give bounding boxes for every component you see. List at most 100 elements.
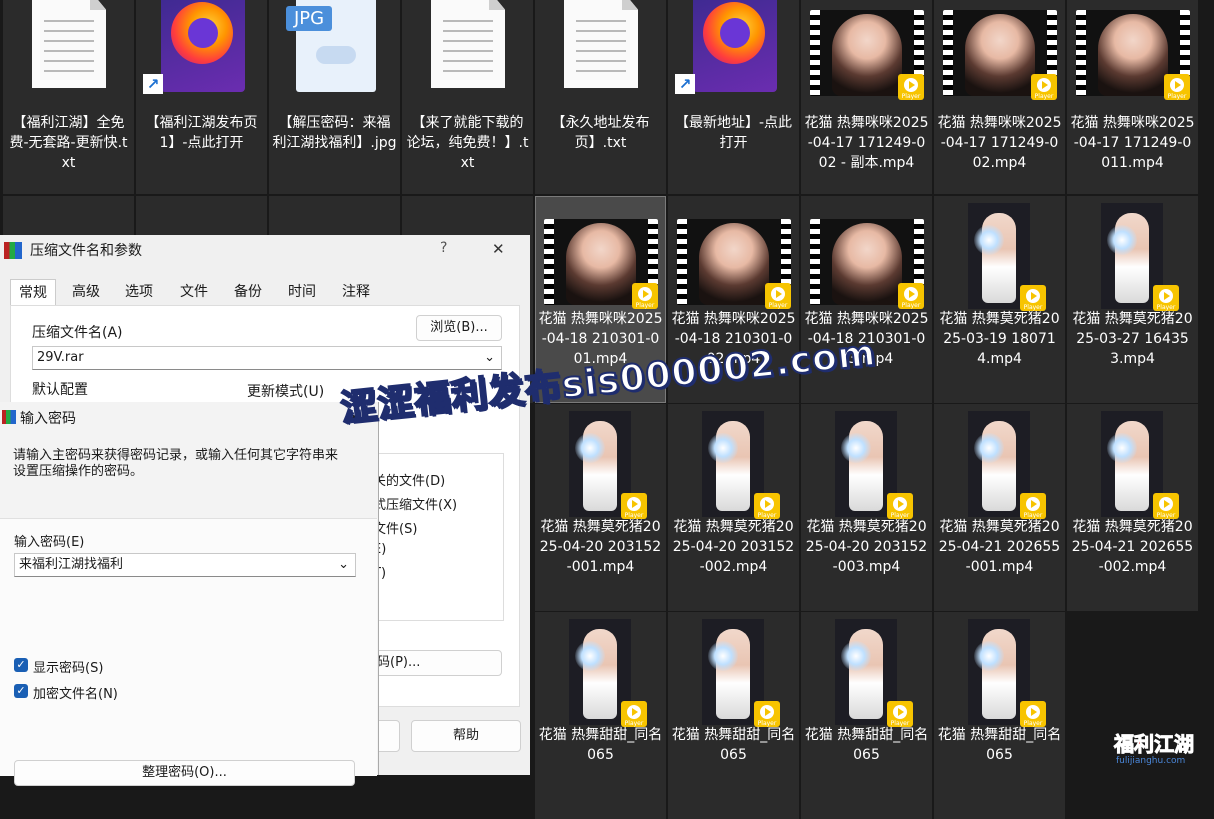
file-thumbnail: Player [935,197,1064,311]
archive-name-value: 29V.rar [37,350,84,365]
file-name: 花猫 热舞莫死猪2025-03-19 180714.mp4 [939,311,1060,367]
tab-comment[interactable]: 注释 [334,279,378,305]
set-password-button[interactable]: 码(P)... [372,650,502,676]
file-tile[interactable]: Player 花猫 热舞莫死猪2025-03-27 164353.mp4 [1067,196,1198,403]
file-thumbnail: Player [935,613,1064,727]
show-password-checkbox[interactable]: ✓ [14,658,28,672]
file-tile[interactable]: Player 花猫 热舞莫死猪2025-04-20 203152-003.mp4 [801,404,932,611]
player-icon: Player [898,74,924,100]
file-tile[interactable]: Player 花猫 热舞莫死猪2025-04-20 203152-002.mp4 [668,404,799,611]
file-thumbnail: Player [802,405,931,519]
player-icon: Player [1153,493,1179,519]
file-thumbnail: Player [669,405,798,519]
show-password-label: 显示密码(S) [33,661,104,676]
file-thumbnail: Player [1068,197,1197,311]
file-thumbnail [536,0,665,100]
file-tile[interactable]: 【永久地址发布页】.txt [535,0,666,194]
chevron-down-icon[interactable]: ⌄ [338,554,349,576]
shortcut-arrow-icon: ↗ [675,74,695,94]
password-dialog-title: 输入密码 [20,411,76,427]
file-name: 花猫 热舞咪咪2025-04-17 171249-002 - 副本.mp4 [804,115,929,171]
file-tile[interactable]: Player 花猫 热舞甜甜_同名065 [535,612,666,819]
file-tile[interactable]: Player 花猫 热舞莫死猪2025-04-21 202655-001.mp4 [934,404,1065,611]
organize-passwords-button[interactable]: 整理密码(O)... [14,760,355,786]
file-thumbnail: ↗ [669,0,798,100]
image-file-icon: JPG [286,0,376,92]
file-name: 【解压密码：来福利江湖找福利】.jpg [272,115,397,151]
firefox-icon [161,0,245,92]
file-tile[interactable]: 【来了就能下载的论坛，纯免费！】.txt [402,0,533,194]
file-name: 【福利江湖】全免费-无套路-更新快.txt [9,115,128,171]
dialog-title: 压缩文件名和参数 [30,243,142,259]
player-icon: Player [1164,74,1190,100]
file-tile[interactable]: 【福利江湖】全免费-无套路-更新快.txt [3,0,134,194]
logo-text: 福利江湖 [1114,732,1195,757]
password-dialog: 输入密码 ✕ 请输入主密码来获得密码记录，或输入任何其它字符串来设置压缩操作的密… [0,402,379,786]
password-input[interactable]: 来福利江湖找福利 ⌄ [14,553,356,577]
browse-button[interactable]: 浏览(B)... [416,315,502,341]
tab-advanced[interactable]: 高级 [64,279,108,305]
file-name: 【永久地址发布页】.txt [551,115,650,151]
file-tile[interactable]: Player 花猫 热舞莫死猪2025-03-19 180714.mp4 [934,196,1065,403]
jpg-tag: JPG [286,6,333,31]
file-name: 【来了就能下载的论坛，纯免费！】.txt [406,115,529,171]
file-thumbnail: Player [1068,405,1197,519]
file-tile[interactable]: ↗ 【福利江湖发布页1】-点此打开 [136,0,267,194]
player-icon: Player [754,493,780,519]
file-tile[interactable]: JPG 【解压密码：来福利江湖找福利】.jpg [269,0,400,194]
title-bar: 压缩文件名和参数 ? ✕ [0,235,530,265]
file-tile[interactable]: Player 花猫 热舞咪咪2025-04-17 171249-002 - 副本.… [801,0,932,194]
password-description: 请输入主密码来获得密码记录，或输入任何其它字符串来设置压缩操作的密码。 [13,448,339,479]
file-tile[interactable]: Player 花猫 热舞甜甜_同名065 [801,612,932,819]
logo-url: fulijianghu.com [1116,756,1186,766]
text-file-icon [564,0,638,88]
encrypt-names-checkbox[interactable]: ✓ [14,684,28,698]
tab-general[interactable]: 常规 [10,279,56,306]
tab-files[interactable]: 文件 [172,279,216,305]
close-icon[interactable]: ✕ [492,240,505,258]
tab-strip: 常规 高级 选项 文件 备份 时间 注释 [10,279,518,306]
player-icon: Player [1020,285,1046,311]
option-1[interactable]: 关的文件(D) [373,470,445,489]
file-name: 花猫 热舞甜甜_同名065 [538,727,663,763]
file-name: 花猫 热舞咪咪2025-04-17 171249-0011.mp4 [1070,115,1195,171]
player-icon: Player [887,701,913,727]
file-name: 花猫 热舞莫死猪2025-04-20 203152-003.mp4 [805,519,928,575]
text-file-icon [431,0,505,88]
option-2[interactable]: 式压缩文件(X) [373,494,457,513]
file-thumbnail: Player [802,613,931,727]
file-name: 花猫 热舞莫死猪2025-04-21 202655-002.mp4 [1071,519,1194,575]
file-tile[interactable]: Player 花猫 热舞甜甜_同名065 [668,612,799,819]
archive-name-input[interactable]: 29V.rar ⌄ [32,346,502,370]
file-thumbnail: Player [935,0,1064,100]
file-name: 花猫 热舞甜甜_同名065 [804,727,929,763]
file-tile[interactable]: ↗ 【最新地址】-点此打开 [668,0,799,194]
file-name: 【最新地址】-点此打开 [674,115,793,151]
file-tile[interactable]: Player 花猫 热舞甜甜_同名065 [934,612,1065,819]
file-name: 花猫 热舞咪咪2025-04-17 171249-002.mp4 [937,115,1062,171]
help-button[interactable]: 帮助 [411,720,521,752]
option-3[interactable]: 文件(S) [373,518,417,537]
file-name: 花猫 热舞甜甜_同名065 [671,727,796,763]
help-title-button[interactable]: ? [440,240,447,256]
file-tile[interactable]: Player 花猫 热舞莫死猪2025-04-20 203152-001.mp4 [535,404,666,611]
tab-time[interactable]: 时间 [280,279,324,305]
password-label: 输入密码(E) [14,535,85,550]
player-icon: Player [1020,493,1046,519]
firefox-icon [693,0,777,92]
file-thumbnail: Player [669,197,798,309]
player-icon: Player [632,283,658,309]
player-icon: Player [621,493,647,519]
file-tile[interactable]: Player 花猫 热舞莫死猪2025-04-21 202655-002.mp4 [1067,404,1198,611]
player-icon: Player [765,283,791,309]
file-thumbnail: Player [536,405,665,519]
tab-backup[interactable]: 备份 [226,279,270,305]
file-thumbnail: Player [935,405,1064,519]
encrypt-names-label: 加密文件名(N) [33,687,118,702]
file-tile[interactable]: Player 花猫 热舞咪咪2025-04-17 171249-002.mp4 [934,0,1065,194]
file-thumbnail [4,0,133,100]
file-thumbnail: JPG [270,0,399,100]
file-name: 花猫 热舞甜甜_同名065 [937,727,1062,763]
file-tile[interactable]: Player 花猫 热舞咪咪2025-04-17 171249-0011.mp4 [1067,0,1198,194]
tab-options[interactable]: 选项 [117,279,161,305]
